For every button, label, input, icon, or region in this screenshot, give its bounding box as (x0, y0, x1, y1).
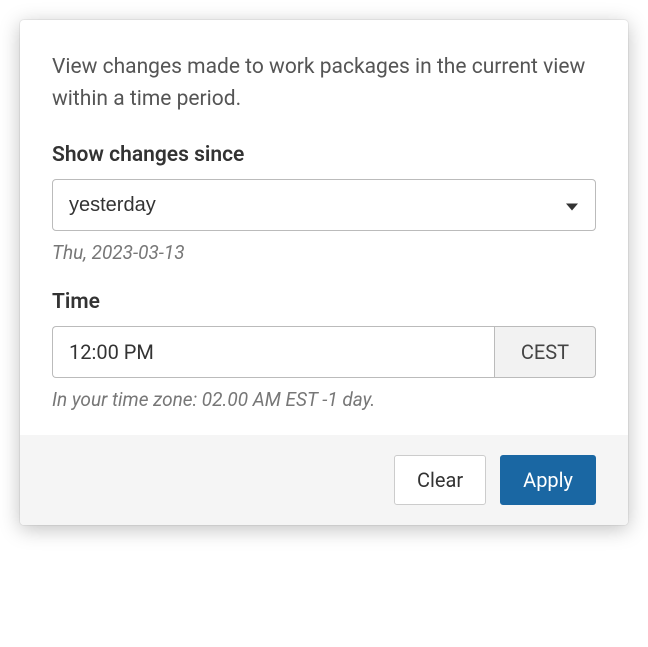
show-changes-since-select-wrapper: yesterday (52, 179, 596, 231)
dialog-description: View changes made to work packages in th… (52, 52, 596, 115)
time-group: Time CEST In your time zone: 02.00 AM ES… (52, 290, 596, 411)
time-row: CEST (52, 326, 596, 378)
show-changes-since-value: yesterday (69, 194, 156, 217)
show-changes-since-select[interactable]: yesterday (52, 179, 596, 231)
time-input[interactable] (52, 326, 494, 378)
dialog-content: View changes made to work packages in th… (20, 20, 628, 435)
show-changes-since-helper: Thu, 2023-03-13 (52, 241, 596, 264)
apply-button[interactable]: Apply (500, 455, 596, 505)
timezone-badge: CEST (494, 326, 596, 378)
clear-button[interactable]: Clear (394, 455, 486, 505)
show-changes-since-group: Show changes since yesterday Thu, 2023-0… (52, 143, 596, 264)
dialog-footer: Clear Apply (20, 435, 628, 525)
show-changes-since-label: Show changes since (52, 143, 596, 167)
baseline-dialog: View changes made to work packages in th… (20, 20, 628, 525)
time-helper: In your time zone: 02.00 AM EST -1 day. (52, 388, 596, 411)
time-label: Time (52, 290, 596, 314)
